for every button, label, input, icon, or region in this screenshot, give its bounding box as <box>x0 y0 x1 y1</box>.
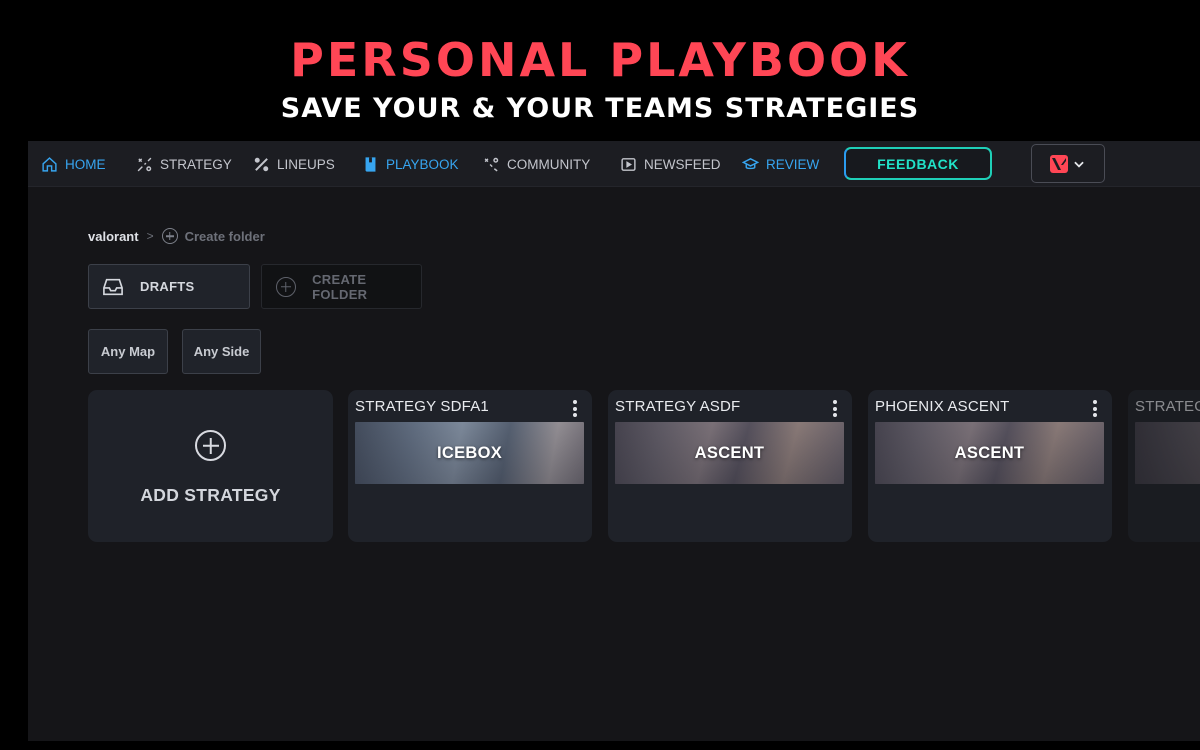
more-options-icon[interactable] <box>1093 400 1097 417</box>
strategy-title: STRATEGY SDFA1 <box>355 398 489 415</box>
game-selector-dropdown[interactable] <box>1031 144 1105 183</box>
map-name: ASCENT <box>694 443 765 462</box>
nav-lineups-label: LINEUPS <box>277 156 335 172</box>
strategy-title: PHOENIX ASCENT <box>875 398 1010 415</box>
valorant-logo <box>1050 154 1068 173</box>
map-thumbnail: ASCENT <box>615 422 844 484</box>
nav-newsfeed[interactable]: NEWSFEED <box>619 141 721 187</box>
add-strategy-card[interactable]: ADD STRATEGY <box>88 390 333 542</box>
strategy-card[interactable]: STRATEGY ASDF ASCENT <box>608 390 852 542</box>
nav-playbook[interactable]: PLAYBOOK <box>361 141 459 187</box>
more-options-icon[interactable] <box>573 400 577 417</box>
add-circle-icon <box>195 430 226 461</box>
nav-playbook-label: PLAYBOOK <box>386 156 459 172</box>
strategy-card[interactable]: STRATEGY SDFA1 ICEBOX <box>348 390 592 542</box>
map-name: ICEBOX <box>436 443 503 462</box>
promo-header: PERSONAL PLAYBOOK SAVE YOUR & YOUR TEAMS… <box>0 0 1200 140</box>
side-filter[interactable]: Any Side <box>182 329 261 374</box>
create-folder-button[interactable]: CREATE FOLDER <box>261 264 422 309</box>
inbox-icon <box>102 276 124 298</box>
top-navbar: HOME STRATEGY LINEUPS PLAYBOOK COMMUNITY <box>28 141 1200 187</box>
nav-strategy-label: STRATEGY <box>160 156 232 172</box>
breadcrumb-create-folder[interactable]: Create folder <box>161 228 265 244</box>
more-options-icon[interactable] <box>833 400 837 417</box>
map-name: ASCENT <box>954 443 1025 462</box>
chevron-down-icon <box>1074 161 1084 168</box>
promo-subtitle: SAVE YOUR & YOUR TEAMS STRATEGIES <box>280 93 920 124</box>
lineups-icon <box>252 155 270 173</box>
add-circle-icon <box>161 228 178 244</box>
add-circle-icon <box>275 276 296 297</box>
strategy-title: STRATEG <box>1135 398 1200 415</box>
community-icon <box>482 155 500 173</box>
folder-drafts-label: DRAFTS <box>140 279 195 294</box>
graduation-cap-icon <box>741 155 759 173</box>
nav-strategy[interactable]: STRATEGY <box>135 141 232 187</box>
nav-home[interactable]: HOME <box>40 141 106 187</box>
nav-review-label: REVIEW <box>766 156 820 172</box>
app-window: HOME STRATEGY LINEUPS PLAYBOOK COMMUNITY <box>28 141 1200 741</box>
map-filter[interactable]: Any Map <box>88 329 168 374</box>
nav-community-label: COMMUNITY <box>507 156 591 172</box>
strategy-title: STRATEGY ASDF <box>615 398 741 415</box>
nav-home-label: HOME <box>65 156 106 172</box>
play-icon <box>619 155 637 173</box>
strategy-icon <box>135 155 153 173</box>
feedback-button[interactable]: FEEDBACK <box>844 147 992 180</box>
promo-title: PERSONAL PLAYBOOK <box>290 33 910 87</box>
map-thumbnail <box>1135 422 1200 484</box>
create-folder-label: CREATE FOLDER <box>312 271 368 302</box>
nav-lineups[interactable]: LINEUPS <box>252 141 335 187</box>
map-thumbnail: ASCENT <box>875 422 1104 484</box>
breadcrumb-separator: > <box>146 229 154 243</box>
nav-newsfeed-label: NEWSFEED <box>644 156 721 172</box>
folder-drafts[interactable]: DRAFTS <box>88 264 250 309</box>
strategy-card[interactable]: PHOENIX ASCENT ASCENT <box>868 390 1112 542</box>
map-thumbnail: ICEBOX <box>355 422 584 484</box>
nav-review[interactable]: REVIEW <box>741 141 819 187</box>
add-strategy-label: ADD STRATEGY <box>140 485 281 505</box>
home-icon <box>40 155 58 173</box>
book-icon <box>361 155 379 173</box>
breadcrumb-create-folder-label: Create folder <box>184 228 265 244</box>
strategy-card[interactable]: STRATEG <box>1128 390 1200 542</box>
nav-community[interactable]: COMMUNITY <box>482 141 590 187</box>
breadcrumb-root[interactable]: valorant <box>88 229 139 244</box>
breadcrumb: valorant > Create folder <box>88 228 265 244</box>
